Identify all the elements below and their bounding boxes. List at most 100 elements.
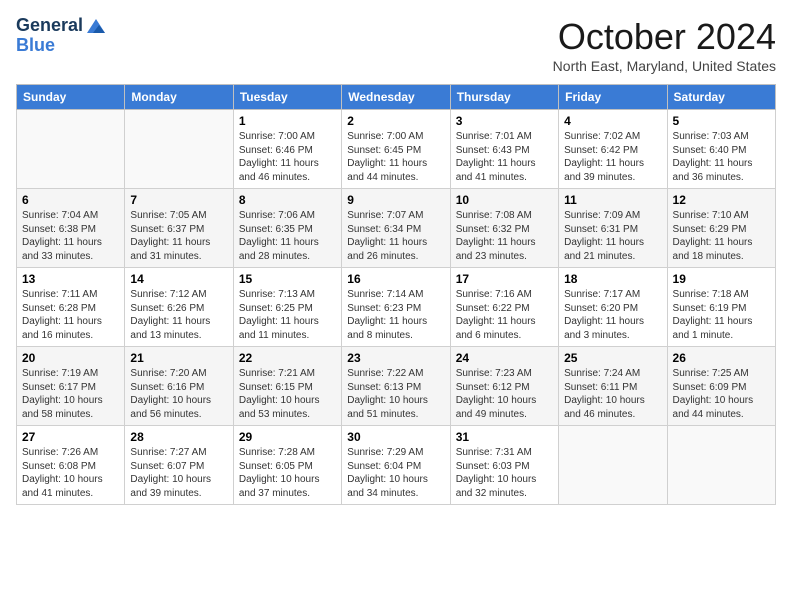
calendar-cell: 19 Sunrise: 7:18 AM Sunset: 6:19 PM Dayli… xyxy=(667,268,775,347)
calendar-cell: 10Sunrise: 7:08 AM Sunset: 6:32 PM Dayli… xyxy=(450,189,558,268)
calendar-cell: 1 Sunrise: 7:00 AM Sunset: 6:46 PM Daylig… xyxy=(233,110,341,189)
logo-blue: Blue xyxy=(16,36,55,56)
calendar-cell: 8Sunrise: 7:06 AM Sunset: 6:35 PM Daylig… xyxy=(233,189,341,268)
day-info: Sunrise: 7:01 AM Sunset: 6:43 PM Dayligh… xyxy=(456,130,553,184)
calendar-week-row: 20 Sunrise: 7:19 AM Sunset: 6:17 PM Dayli… xyxy=(17,347,776,426)
calendar-cell: 2 Sunrise: 7:00 AM Sunset: 6:45 PM Daylig… xyxy=(342,110,450,189)
day-number: 2 xyxy=(347,114,444,128)
day-number: 9 xyxy=(347,193,444,207)
day-info: Sunrise: 7:25 AM Sunset: 6:09 PM Dayligh… xyxy=(673,367,770,421)
day-info: Sunrise: 7:23 AM Sunset: 6:12 PM Dayligh… xyxy=(456,367,553,421)
day-number: 6 xyxy=(22,193,119,207)
day-info: Sunrise: 7:00 AM Sunset: 6:45 PM Dayligh… xyxy=(347,130,444,184)
title-block: October 2024 North East, Maryland, Unite… xyxy=(553,16,776,74)
calendar-cell: 30Sunrise: 7:29 AM Sunset: 6:04 PM Dayli… xyxy=(342,426,450,505)
day-info: Sunrise: 7:00 AM Sunset: 6:46 PM Dayligh… xyxy=(239,130,336,184)
day-info: Sunrise: 7:17 AM Sunset: 6:20 PM Dayligh… xyxy=(564,288,661,342)
day-number: 18 xyxy=(564,272,661,286)
calendar-cell: 27Sunrise: 7:26 AM Sunset: 6:08 PM Dayli… xyxy=(17,426,125,505)
day-number: 16 xyxy=(347,272,444,286)
month-title: October 2024 xyxy=(553,16,776,58)
calendar-cell: 13 Sunrise: 7:11 AM Sunset: 6:28 PM Dayli… xyxy=(17,268,125,347)
calendar-cell: 20 Sunrise: 7:19 AM Sunset: 6:17 PM Dayli… xyxy=(17,347,125,426)
calendar-cell: 29Sunrise: 7:28 AM Sunset: 6:05 PM Dayli… xyxy=(233,426,341,505)
weekday-header: Wednesday xyxy=(342,85,450,110)
day-info: Sunrise: 7:10 AM Sunset: 6:29 PM Dayligh… xyxy=(673,209,770,263)
day-info: Sunrise: 7:04 AM Sunset: 6:38 PM Dayligh… xyxy=(22,209,119,263)
calendar-cell: 9 Sunrise: 7:07 AM Sunset: 6:34 PM Daylig… xyxy=(342,189,450,268)
day-number: 1 xyxy=(239,114,336,128)
day-number: 28 xyxy=(130,430,227,444)
calendar-cell xyxy=(125,110,233,189)
calendar-week-row: 13 Sunrise: 7:11 AM Sunset: 6:28 PM Dayli… xyxy=(17,268,776,347)
day-info: Sunrise: 7:19 AM Sunset: 6:17 PM Dayligh… xyxy=(22,367,119,421)
logo: General Blue xyxy=(16,16,107,56)
calendar-week-row: 27Sunrise: 7:26 AM Sunset: 6:08 PM Dayli… xyxy=(17,426,776,505)
day-info: Sunrise: 7:20 AM Sunset: 6:16 PM Dayligh… xyxy=(130,367,227,421)
day-number: 20 xyxy=(22,351,119,365)
weekday-header: Sunday xyxy=(17,85,125,110)
day-info: Sunrise: 7:27 AM Sunset: 6:07 PM Dayligh… xyxy=(130,446,227,500)
weekday-header: Saturday xyxy=(667,85,775,110)
calendar-cell: 24 Sunrise: 7:23 AM Sunset: 6:12 PM Dayli… xyxy=(450,347,558,426)
day-number: 21 xyxy=(130,351,227,365)
day-number: 3 xyxy=(456,114,553,128)
day-number: 25 xyxy=(564,351,661,365)
day-number: 31 xyxy=(456,430,553,444)
calendar-week-row: 6 Sunrise: 7:04 AM Sunset: 6:38 PM Daylig… xyxy=(17,189,776,268)
calendar-cell: 22Sunrise: 7:21 AM Sunset: 6:15 PM Dayli… xyxy=(233,347,341,426)
calendar-table: SundayMondayTuesdayWednesdayThursdayFrid… xyxy=(16,84,776,505)
day-number: 29 xyxy=(239,430,336,444)
day-number: 12 xyxy=(673,193,770,207)
day-info: Sunrise: 7:14 AM Sunset: 6:23 PM Dayligh… xyxy=(347,288,444,342)
weekday-header: Tuesday xyxy=(233,85,341,110)
calendar-cell: 12 Sunrise: 7:10 AM Sunset: 6:29 PM Dayli… xyxy=(667,189,775,268)
calendar-cell: 15 Sunrise: 7:13 AM Sunset: 6:25 PM Dayli… xyxy=(233,268,341,347)
day-number: 7 xyxy=(130,193,227,207)
day-info: Sunrise: 7:29 AM Sunset: 6:04 PM Dayligh… xyxy=(347,446,444,500)
day-info: Sunrise: 7:13 AM Sunset: 6:25 PM Dayligh… xyxy=(239,288,336,342)
location: North East, Maryland, United States xyxy=(553,58,776,74)
day-number: 26 xyxy=(673,351,770,365)
day-info: Sunrise: 7:07 AM Sunset: 6:34 PM Dayligh… xyxy=(347,209,444,263)
day-info: Sunrise: 7:02 AM Sunset: 6:42 PM Dayligh… xyxy=(564,130,661,184)
calendar-cell: 7 Sunrise: 7:05 AM Sunset: 6:37 PM Daylig… xyxy=(125,189,233,268)
calendar-cell xyxy=(559,426,667,505)
calendar-cell: 5 Sunrise: 7:03 AM Sunset: 6:40 PM Daylig… xyxy=(667,110,775,189)
day-info: Sunrise: 7:24 AM Sunset: 6:11 PM Dayligh… xyxy=(564,367,661,421)
day-info: Sunrise: 7:31 AM Sunset: 6:03 PM Dayligh… xyxy=(456,446,553,500)
day-number: 15 xyxy=(239,272,336,286)
calendar-cell: 21 Sunrise: 7:20 AM Sunset: 6:16 PM Dayli… xyxy=(125,347,233,426)
day-number: 11 xyxy=(564,193,661,207)
day-number: 17 xyxy=(456,272,553,286)
page-header: General Blue October 2024 North East, Ma… xyxy=(16,16,776,74)
weekday-header: Friday xyxy=(559,85,667,110)
day-number: 14 xyxy=(130,272,227,286)
calendar-cell: 31 Sunrise: 7:31 AM Sunset: 6:03 PM Dayli… xyxy=(450,426,558,505)
day-number: 23 xyxy=(347,351,444,365)
calendar-cell: 3 Sunrise: 7:01 AM Sunset: 6:43 PM Daylig… xyxy=(450,110,558,189)
weekday-header: Monday xyxy=(125,85,233,110)
calendar-cell: 25 Sunrise: 7:24 AM Sunset: 6:11 PM Dayli… xyxy=(559,347,667,426)
calendar-cell xyxy=(667,426,775,505)
day-number: 8 xyxy=(239,193,336,207)
day-info: Sunrise: 7:22 AM Sunset: 6:13 PM Dayligh… xyxy=(347,367,444,421)
day-info: Sunrise: 7:11 AM Sunset: 6:28 PM Dayligh… xyxy=(22,288,119,342)
day-info: Sunrise: 7:03 AM Sunset: 6:40 PM Dayligh… xyxy=(673,130,770,184)
calendar-week-row: 1 Sunrise: 7:00 AM Sunset: 6:46 PM Daylig… xyxy=(17,110,776,189)
day-info: Sunrise: 7:12 AM Sunset: 6:26 PM Dayligh… xyxy=(130,288,227,342)
calendar-cell: 23 Sunrise: 7:22 AM Sunset: 6:13 PM Dayli… xyxy=(342,347,450,426)
day-number: 13 xyxy=(22,272,119,286)
day-info: Sunrise: 7:16 AM Sunset: 6:22 PM Dayligh… xyxy=(456,288,553,342)
day-info: Sunrise: 7:18 AM Sunset: 6:19 PM Dayligh… xyxy=(673,288,770,342)
day-number: 10 xyxy=(456,193,553,207)
calendar-cell: 26 Sunrise: 7:25 AM Sunset: 6:09 PM Dayli… xyxy=(667,347,775,426)
day-number: 5 xyxy=(673,114,770,128)
calendar-cell: 6 Sunrise: 7:04 AM Sunset: 6:38 PM Daylig… xyxy=(17,189,125,268)
logo-icon xyxy=(85,17,107,35)
day-number: 24 xyxy=(456,351,553,365)
day-number: 19 xyxy=(673,272,770,286)
calendar-cell: 11 Sunrise: 7:09 AM Sunset: 6:31 PM Dayli… xyxy=(559,189,667,268)
day-info: Sunrise: 7:05 AM Sunset: 6:37 PM Dayligh… xyxy=(130,209,227,263)
day-info: Sunrise: 7:09 AM Sunset: 6:31 PM Dayligh… xyxy=(564,209,661,263)
